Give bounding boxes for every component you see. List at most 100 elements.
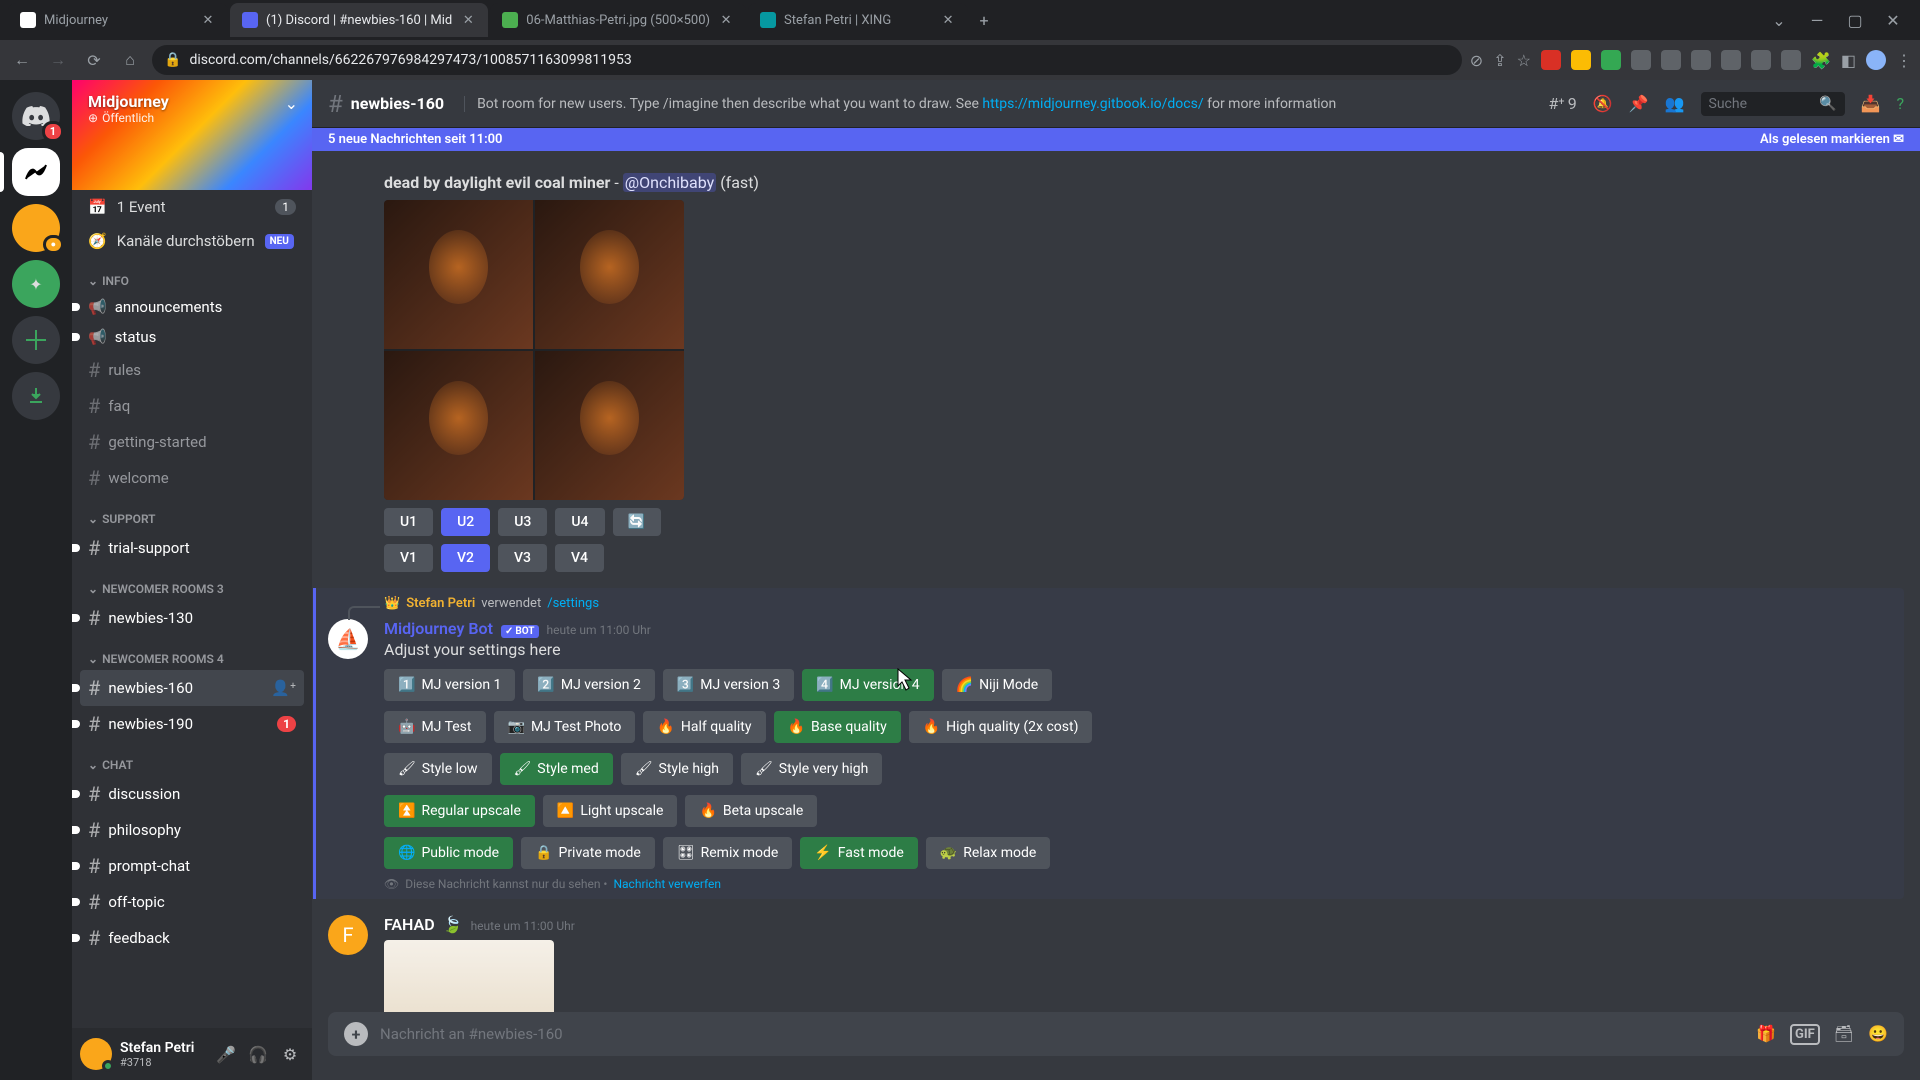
image-grid[interactable] <box>384 200 684 500</box>
u2-button[interactable]: U2 <box>441 508 490 536</box>
mj-v3-button[interactable]: 3️⃣ MJ version 3 <box>663 669 794 701</box>
url-input[interactable]: 🔒 discord.com/channels/66226797698429747… <box>152 45 1462 75</box>
pin-button[interactable]: 📌 <box>1629 94 1649 113</box>
extensions-icon[interactable]: 🧩 <box>1811 51 1831 70</box>
v3-button[interactable]: V3 <box>498 544 547 572</box>
channel-item[interactable]: #feedback <box>80 920 304 956</box>
v1-button[interactable]: V1 <box>384 544 433 572</box>
new-messages-bar[interactable]: 5 neue Nachrichten seit 11:00 Als gelese… <box>312 128 1920 151</box>
channel-item[interactable]: #newbies-160👤⁺ <box>80 670 304 706</box>
share-icon[interactable]: ⇪ <box>1493 51 1506 70</box>
channel-topic[interactable]: Bot room for new users. Type /imagine th… <box>464 96 1540 112</box>
public-mode-button[interactable]: 🌐 Public mode <box>384 837 513 869</box>
inbox-button[interactable]: 📥 <box>1861 94 1881 113</box>
close-icon[interactable]: ✕ <box>718 12 734 28</box>
half-quality-button[interactable]: 🔥 Half quality <box>643 711 765 743</box>
high-quality-button[interactable]: 🔥 High quality (2x cost) <box>909 711 1093 743</box>
channel-item[interactable]: 📢announcements <box>80 292 304 322</box>
gift-button[interactable]: 🎁 <box>1756 1024 1776 1045</box>
profile-avatar[interactable] <box>1866 50 1886 70</box>
help-button[interactable]: ? <box>1896 94 1904 113</box>
style-low-button[interactable]: 🖌 Style low <box>384 753 492 785</box>
channel-item[interactable]: #getting-started <box>80 424 304 460</box>
extension-icon[interactable] <box>1661 50 1681 70</box>
message-image[interactable] <box>384 940 554 1012</box>
threads-button[interactable]: #⁺9 <box>1548 94 1576 113</box>
tab-image[interactable]: 06-Matthias-Petri.jpg (500×500) ✕ <box>490 3 746 37</box>
menu-icon[interactable]: ⋮ <box>1896 51 1912 70</box>
sticker-button[interactable]: 🗃 <box>1834 1024 1854 1045</box>
tab-xing[interactable]: Stefan Petri | XING ✕ <box>748 3 968 37</box>
category-header[interactable]: ⌄ CHAT <box>80 742 304 776</box>
relax-mode-button[interactable]: 🐢 Relax mode <box>926 837 1051 869</box>
user-mention[interactable]: @Onchibaby <box>623 173 716 192</box>
regular-upscale-button[interactable]: ⏫ Regular upscale <box>384 795 535 827</box>
add-user-icon[interactable]: 👤⁺ <box>271 679 296 697</box>
mj-v1-button[interactable]: 1️⃣ MJ version 1 <box>384 669 515 701</box>
mj-test-button[interactable]: 🤖 MJ Test <box>384 711 486 743</box>
emoji-button[interactable]: 😀 <box>1868 1024 1888 1045</box>
channel-item[interactable]: #discussion <box>80 776 304 812</box>
user-info[interactable]: Stefan Petri #3718 <box>120 1040 204 1069</box>
server-midjourney-icon[interactable] <box>12 148 60 196</box>
channel-item[interactable]: #rules <box>80 352 304 388</box>
notification-button[interactable]: 🔕 <box>1593 94 1613 113</box>
beta-upscale-button[interactable]: 🔥 Beta upscale <box>685 795 817 827</box>
mj-v2-button[interactable]: 2️⃣ MJ version 2 <box>523 669 654 701</box>
remix-mode-button[interactable]: 🎛 Remix mode <box>663 837 793 869</box>
sidepanel-icon[interactable]: ◧ <box>1841 51 1856 70</box>
u3-button[interactable]: U3 <box>498 508 547 536</box>
niji-mode-button[interactable]: 🌈 Niji Mode <box>942 669 1053 701</box>
channel-item[interactable]: #philosophy <box>80 812 304 848</box>
tab-midjourney[interactable]: Midjourney ✕ <box>8 3 228 37</box>
v4-button[interactable]: V4 <box>555 544 604 572</box>
add-server-button[interactable] <box>12 316 60 364</box>
forward-button[interactable]: → <box>44 46 72 74</box>
extension-icon[interactable] <box>1601 50 1621 70</box>
category-header[interactable]: ⌄ SUPPORT <box>80 496 304 530</box>
channel-item[interactable]: #trial-support <box>80 530 304 566</box>
home-button[interactable]: ⌂ <box>116 46 144 74</box>
reroll-button[interactable]: 🔄 <box>613 508 661 536</box>
events-item[interactable]: 📅 1 Event 1 <box>80 190 304 224</box>
members-button[interactable]: 👥 <box>1665 94 1685 113</box>
maximize-button[interactable]: ▢ <box>1840 5 1870 35</box>
style-med-button[interactable]: 🖌 Style med <box>500 753 613 785</box>
v2-button[interactable]: V2 <box>441 544 490 572</box>
new-tab-button[interactable]: + <box>970 6 998 34</box>
category-header[interactable]: ⌄ INFO <box>80 258 304 292</box>
fast-mode-button[interactable]: ⚡ Fast mode <box>800 837 917 869</box>
message-input[interactable]: + Nachricht an #newbies-160 🎁 GIF 🗃 😀 <box>328 1012 1904 1056</box>
extension-icon[interactable] <box>1781 50 1801 70</box>
channel-item[interactable]: #newbies-1901 <box>80 706 304 742</box>
back-button[interactable]: ← <box>8 46 36 74</box>
u4-button[interactable]: U4 <box>555 508 604 536</box>
reload-button[interactable]: ⟳ <box>80 46 108 74</box>
close-icon[interactable]: ✕ <box>460 12 476 28</box>
key-icon[interactable]: ⊘ <box>1470 51 1483 70</box>
attach-button[interactable]: + <box>344 1022 368 1046</box>
light-upscale-button[interactable]: 🔼 Light upscale <box>543 795 678 827</box>
mark-read-button[interactable]: Als gelesen markieren ✉ <box>1760 132 1904 147</box>
style-high-button[interactable]: 🖌 Style high <box>621 753 733 785</box>
user-avatar[interactable]: F <box>328 915 368 955</box>
mute-button[interactable]: 🎤 <box>212 1040 240 1068</box>
close-icon[interactable]: ✕ <box>940 12 956 28</box>
reply-reference[interactable]: 👑 Stefan Petri verwendet /settings <box>328 596 1896 611</box>
category-header[interactable]: ⌄ NEWCOMER ROOMS 3 <box>80 566 304 600</box>
server-icon[interactable]: ● <box>12 204 60 252</box>
search-input[interactable]: Suche 🔍 <box>1701 92 1845 116</box>
user-avatar[interactable] <box>80 1038 112 1070</box>
channel-item[interactable]: #prompt-chat <box>80 848 304 884</box>
style-very-high-button[interactable]: 🖌 Style very high <box>741 753 882 785</box>
u1-button[interactable]: U1 <box>384 508 433 536</box>
star-icon[interactable]: ☆ <box>1517 51 1531 70</box>
server-header[interactable]: Midjourney ⊕ Öffentlich ⌄ <box>72 80 312 190</box>
private-mode-button[interactable]: 🔒 Private mode <box>521 837 655 869</box>
minimize-button[interactable]: — <box>1802 5 1832 35</box>
deafen-button[interactable]: 🎧 <box>244 1040 272 1068</box>
discord-home-icon[interactable]: 1 <box>12 92 60 140</box>
browse-channels[interactable]: 🧭 Kanäle durchstöbern NEU <box>80 224 304 258</box>
bot-avatar[interactable]: ⛵ <box>328 619 368 659</box>
close-icon[interactable]: ✕ <box>200 12 216 28</box>
